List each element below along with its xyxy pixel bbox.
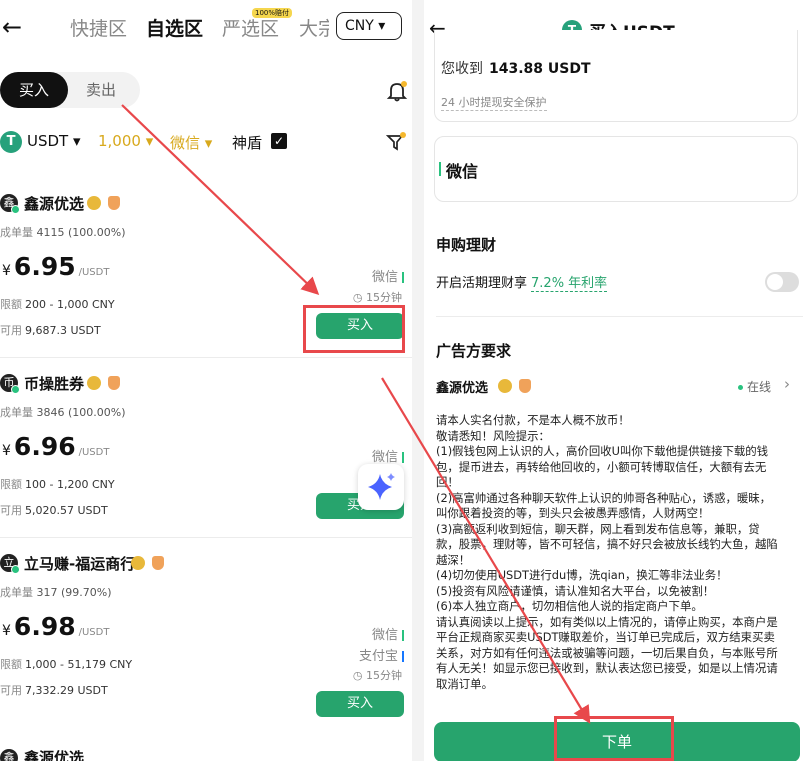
back-arrow-icon[interactable]: ← (2, 13, 22, 41)
price: ¥6.95/USDT (2, 252, 110, 281)
finance-section-title: 申购理财 (436, 236, 497, 254)
terms-line: (6)本人独立商户，切勿相信他人说的指定商户下单。 (436, 599, 703, 613)
tab-custom[interactable]: 自选区 (146, 14, 203, 41)
terms-line: 有人无关！如显示您已接收到，默认表达您已接受，如是以上情况请 (436, 661, 778, 675)
terms-line: (1)假钱包网上认识的人，高价回收U叫你下载他提供链接下载的钱 (436, 444, 769, 458)
payment-method: 支付宝 (359, 645, 404, 664)
gold-badge-icon (87, 376, 101, 390)
shield-badge-icon (108, 196, 120, 210)
receive-amount: 您收到 143.88 USDT (441, 61, 591, 77)
order-stats: 成单量 317 (99.70%) (0, 586, 112, 599)
merchant-name[interactable]: 币操胜券 (24, 373, 84, 394)
avatar: 鑫 (0, 194, 20, 214)
terms-line: 关系，对方如有任何违法或被骗等问题，一切后果自负，与本账号所 (436, 645, 778, 660)
shield-badge-icon (108, 376, 120, 390)
ai-assistant-button[interactable] (358, 464, 404, 510)
tab-bulk[interactable]: 大宗 (299, 14, 329, 41)
offer-card: 立 立马赚-福运商行 成单量 317 (99.70%) ¥6.98/USDT 限… (0, 540, 412, 718)
time-limit: ◷ 15分钟 (352, 669, 402, 682)
online-status: 在线 (738, 378, 771, 395)
payment-filter[interactable]: 微信 ▾ (170, 132, 212, 153)
available: 可用 7,332.29 USDT (0, 684, 108, 697)
shield-badge-icon (152, 556, 164, 570)
payment-method: 微信 (372, 446, 404, 465)
terms-line: 款，股票，理财等，皆不可轻信，搞不好只会被放长线钓大鱼，越陷 (436, 537, 778, 551)
merchant-terms: 请本人实名付款，不是本人概不放币！ 敬请悉知！风险提示： (1)假钱包网上认识的人，… (436, 413, 796, 692)
terms-line: (5)投资有风险请谨慎，请认准知名大平台，以免被割！ (436, 583, 715, 598)
payment-method: 微信 (372, 266, 404, 285)
price: ¥6.98/USDT (2, 612, 110, 641)
available: 可用 5,020.57 USDT (0, 504, 108, 517)
shield-badge-icon (519, 379, 531, 393)
terms-line: 敬请悉知！风险提示： (436, 428, 550, 443)
payout-badge: 100%赔付 (252, 8, 293, 18)
buy-button[interactable]: 买入 (316, 691, 404, 717)
annotation-box-order (554, 716, 674, 761)
amount-filter[interactable]: 1,000 ▾ (98, 132, 153, 150)
order-stats: 成单量 3846 (100.00%) (0, 406, 126, 419)
finance-row: 开启活期理财享 7.2% 年利率 (436, 276, 608, 292)
chevron-right-icon[interactable]: › (784, 375, 790, 393)
tab-quick[interactable]: 快捷区 (70, 14, 127, 41)
gold-badge-icon (131, 556, 145, 570)
terms-line: 取消订单。 (436, 676, 493, 691)
shield-checkbox[interactable]: ✓ (271, 133, 287, 149)
offer-list-screen: ← 快捷区 自选区 严选区 100%赔付 大宗 CNY ▾ 买入 卖出 T US… (0, 0, 412, 761)
limit: 限额 1,000 - 51,179 CNY (0, 658, 133, 671)
offer-card: 鑫 鑫源优选 (0, 735, 412, 761)
top-nav: ← 快捷区 自选区 严选区 100%赔付 大宗 CNY ▾ (0, 0, 412, 56)
avatar: 币 (0, 374, 20, 394)
gold-badge-icon (498, 379, 512, 393)
merchant-name[interactable]: 鑫源优选 (436, 377, 488, 396)
payment-method-label: 微信 (446, 162, 479, 181)
payment-method-card[interactable] (434, 136, 798, 202)
shield-filter-label: 神盾 (232, 134, 263, 152)
merchant-name[interactable]: 鑫源优选 (24, 193, 84, 214)
sparkle-icon (368, 473, 395, 500)
merchant-name[interactable]: 鑫源优选 (24, 747, 84, 761)
offer-card: 币 币操胜券 成单量 3846 (100.00%) ¥6.96/USDT 限额 1… (0, 360, 412, 538)
avatar: 鑫 (0, 749, 18, 761)
terms-line: 回！ (436, 475, 459, 489)
buy-order-screen: ← T 买入USDT 您收到143.88 USDT 24 小时提现安全保护 微信… (424, 0, 803, 761)
interest-rate[interactable]: 7.2% 年利率 (531, 276, 608, 292)
price: ¥6.96/USDT (2, 432, 110, 461)
merchant-name[interactable]: 立马赚-福运商行 (24, 553, 135, 574)
limit: 限额 200 - 1,000 CNY (0, 298, 115, 311)
usdt-coin-icon: T (0, 131, 22, 153)
requirements-title: 广告方要求 (436, 342, 512, 360)
avatar: 立 (0, 554, 20, 574)
terms-line: (4)切勿使用USDT进行du博，洗qian，换汇等非法业务！ (436, 568, 728, 582)
finance-toggle[interactable] (765, 272, 799, 292)
order-stats: 成单量 4115 (100.00%) (0, 226, 126, 239)
payment-method: 微信 (372, 624, 404, 643)
terms-line: 平台正规商家买卖USDT赚取差价，当订单已完成后，双方结束买卖 (436, 630, 775, 644)
time-limit: ◷ 15分钟 (352, 291, 402, 304)
terms-line: (3)高额返利收到短信，聊天群，网上看到发布信息等，兼职，贷 (436, 521, 760, 536)
filter-icon[interactable] (386, 132, 406, 152)
terms-line: 包，提币进去，再转给他回收的，小额可转博取信任，大额有去无 (436, 459, 767, 474)
currency-select[interactable]: CNY ▾ (336, 12, 402, 40)
terms-line: (2)高富帅通过各种聊天软件上认识的帅哥各种贴心，诱惑，暖昧， (436, 490, 772, 505)
terms-line: 请本人实名付款，不是本人概不放币！ (436, 413, 630, 427)
annotation-box-buy (303, 305, 405, 353)
buy-sell-toggle[interactable]: 买入 卖出 (0, 72, 140, 108)
gold-badge-icon (87, 196, 101, 210)
tab-selected[interactable]: 严选区 (222, 14, 279, 41)
sell-tab[interactable]: 卖出 (86, 72, 116, 108)
terms-line: 叫你跟着投资的等，到头只会被愚弄感情，人财两空！ (436, 506, 710, 520)
buy-tab[interactable]: 买入 (0, 72, 68, 108)
limit: 限额 100 - 1,200 CNY (0, 478, 115, 491)
coin-filter[interactable]: USDT ▾ (27, 132, 81, 150)
safety-note[interactable]: 24 小时提现安全保护 (441, 94, 547, 111)
filter-bar: T USDT ▾ 1,000 ▾ 微信 ▾ 神盾 ✓ (0, 128, 412, 158)
terms-line: 越深！ (436, 552, 471, 567)
terms-line: 请认真阅读以上提示，如有类似以上情况的，请停止购买，本商户是 (436, 614, 778, 629)
bell-icon[interactable] (386, 80, 408, 102)
available: 可用 9,687.3 USDT (0, 324, 101, 337)
